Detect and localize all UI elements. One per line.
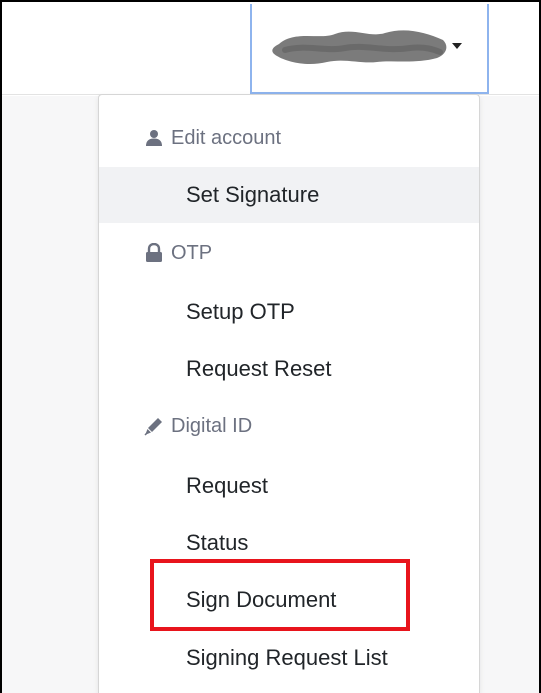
menu-item-request-reset[interactable]: Request Reset <box>99 341 479 397</box>
redacted-username <box>272 30 447 65</box>
menu-item-label: Request Reset <box>186 356 332 381</box>
menu-item-label: Sign Document <box>186 587 337 612</box>
section-header-label: Digital ID <box>171 414 253 437</box>
section-header-otp: OTP <box>143 233 212 273</box>
lock-icon <box>143 242 165 264</box>
menu-item-label: Set Signature <box>186 182 320 207</box>
section-header-label: OTP <box>171 241 213 264</box>
menu-item-request[interactable]: Request <box>99 458 479 514</box>
menu-item-label: Request <box>186 473 268 498</box>
menu-item-status[interactable]: Status <box>99 515 479 571</box>
user-icon <box>143 127 165 149</box>
menu-item-label: Status <box>186 530 249 555</box>
menu-item-signing-request-list[interactable]: Signing Request List <box>99 630 479 686</box>
menu-item-set-signature[interactable]: Set Signature <box>99 167 479 223</box>
menu-item-setup-otp[interactable]: Setup OTP <box>99 284 479 340</box>
pen-icon <box>143 415 165 437</box>
chevron-down-icon[interactable] <box>452 43 462 49</box>
section-header-digital-id: Digital ID <box>143 406 252 446</box>
menu-item-label: Signing Request List <box>186 645 388 670</box>
menu-item-sign-document[interactable]: Sign Document <box>99 572 479 628</box>
section-header-edit-account: Edit account <box>143 118 281 158</box>
menu-item-label: Setup OTP <box>186 299 295 324</box>
section-header-label: Edit account <box>171 126 282 149</box>
